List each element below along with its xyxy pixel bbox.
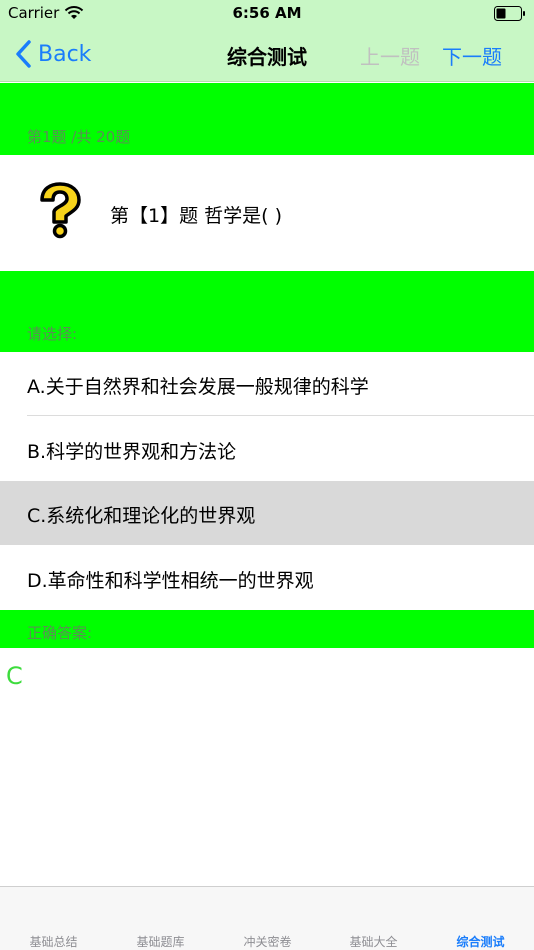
progress-label: 第1题 /共 20题 xyxy=(27,128,131,146)
progress-band: 第1题 /共 20题 xyxy=(0,83,534,155)
tab-bar: 基础总结 基础题库 冲关密卷 基础大全 综合测试 xyxy=(0,886,534,950)
answer-label: 正确答案: xyxy=(27,624,93,642)
battery-icon xyxy=(494,6,525,21)
status-bar: Carrier 6:56 AM xyxy=(0,0,534,27)
divider xyxy=(27,415,534,416)
option-c-label: C.系统化和理论化的世界观 xyxy=(27,505,256,527)
question-mark-icon xyxy=(40,182,81,239)
tab-basic-summary[interactable]: 基础总结 xyxy=(0,933,107,950)
choose-band: 请选择: xyxy=(0,271,534,352)
tab-challenge-papers[interactable]: 冲关密卷 xyxy=(214,933,321,950)
correct-answer-value: C xyxy=(6,662,23,690)
option-a[interactable]: A.关于自然界和社会发展一般规律的科学 xyxy=(0,352,534,416)
tab-basic-question-bank[interactable]: 基础题库 xyxy=(107,933,214,950)
option-d[interactable]: D.革命性和科学性相统一的世界观 xyxy=(0,546,534,610)
option-d-label: D.革命性和科学性相统一的世界观 xyxy=(27,570,314,592)
choose-label: 请选择: xyxy=(27,325,78,343)
option-b[interactable]: B.科学的世界观和方法论 xyxy=(0,417,534,481)
tab-comprehensive-test[interactable]: 综合测试 xyxy=(427,933,534,950)
question-row: 第【1】题 哲学是( ) xyxy=(0,155,534,271)
question-text: 第【1】题 哲学是( ) xyxy=(110,205,282,227)
clock: 6:56 AM xyxy=(232,4,302,22)
option-b-label: B.科学的世界观和方法论 xyxy=(27,441,237,463)
tab-basic-collection[interactable]: 基础大全 xyxy=(320,933,427,950)
option-c[interactable]: C.系统化和理论化的世界观 xyxy=(0,481,534,545)
answer-band: 正确答案: xyxy=(0,610,534,648)
next-question-button[interactable]: 下一题 xyxy=(442,41,502,70)
option-a-label: A.关于自然界和社会发展一般规律的科学 xyxy=(27,376,369,398)
previous-question-button[interactable]: 上一题 xyxy=(360,41,420,70)
navigation-bar: Back 综合测试 上一题 下一题 xyxy=(0,27,534,82)
